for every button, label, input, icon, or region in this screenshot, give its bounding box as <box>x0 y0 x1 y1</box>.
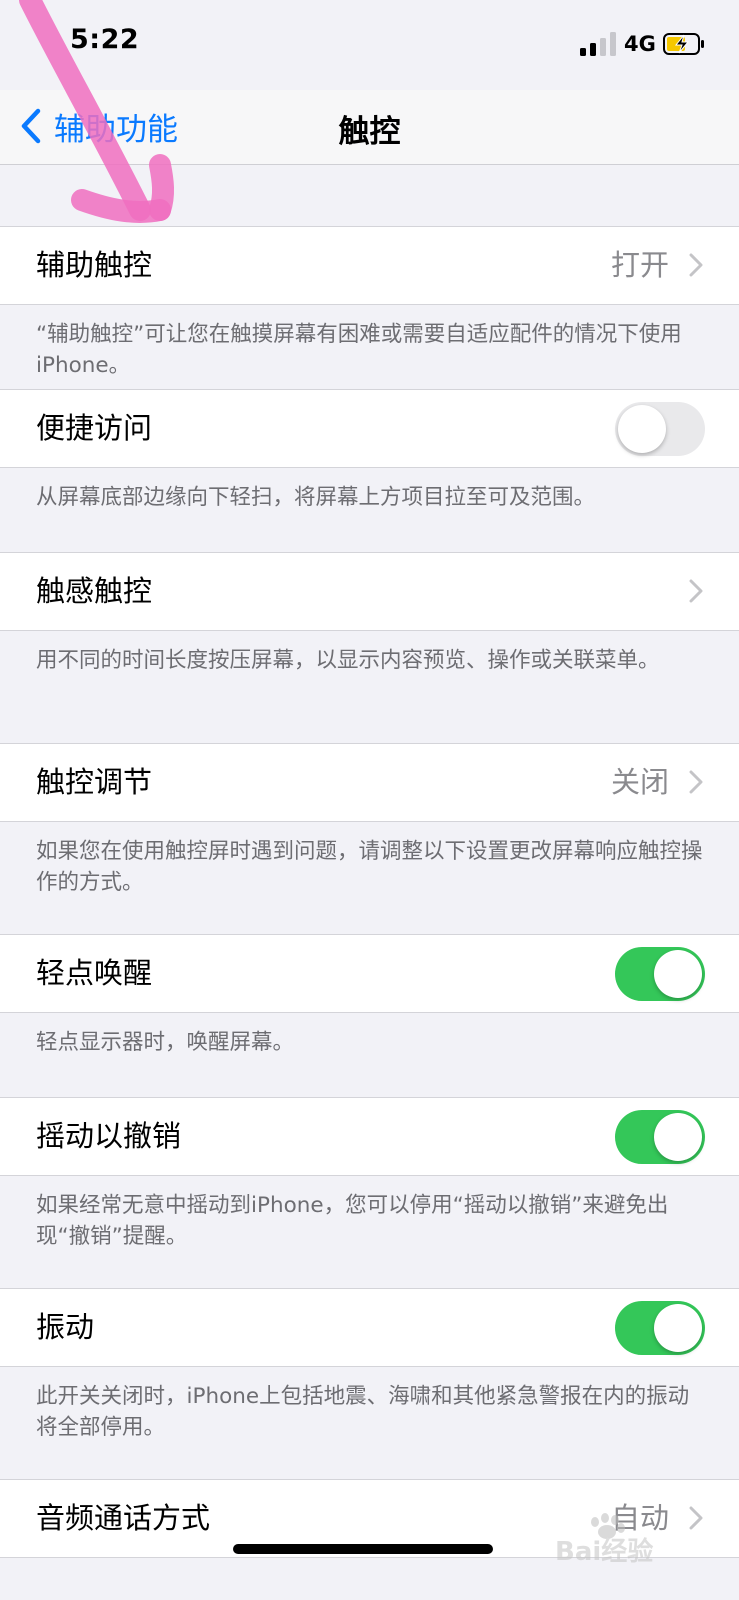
row-footer: 轻点显示器时，唤醒屏幕。 <box>36 1030 295 1055</box>
navigation-bar: 辅助功能 触控 <box>0 90 739 165</box>
toggle-knob <box>654 1304 702 1352</box>
chevron-right-icon <box>689 770 703 794</box>
row-footer: 如果经常无意中摇动到iPhone，您可以停用“摇动以撤销”来避免出现“撤销”提醒… <box>36 1193 669 1249</box>
battery-charging-icon <box>663 33 704 55</box>
baidu-jingyan-watermark: Bai经验 <box>555 1513 653 1567</box>
shake-to-undo-row: 摇动以撤销 <box>0 1097 739 1176</box>
vibration-toggle[interactable] <box>615 1301 705 1355</box>
row-label: 振动 <box>36 1310 95 1344</box>
status-time: 5:22 <box>70 24 140 55</box>
shake-to-undo-toggle[interactable] <box>615 1110 705 1164</box>
row-label: 轻点唤醒 <box>36 956 153 990</box>
haptic-touch-row[interactable]: 触感触控 <box>0 552 739 631</box>
toggle-knob <box>654 1113 702 1161</box>
row-label: 便捷访问 <box>36 411 153 445</box>
vibration-row: 振动 <box>0 1288 739 1367</box>
row-value: 关闭 <box>610 765 669 799</box>
row-footer: “辅助触控”可让您在触摸屏幕有困难或需要自适应配件的情况下使用iPhone。 <box>36 322 682 378</box>
status-bar: 5:22 4G <box>0 0 739 90</box>
reachability-row: 便捷访问 <box>0 389 739 468</box>
settings-list: 辅助触控 打开 “辅助触控”可让您在触摸屏幕有困难或需要自适应配件的情况下使用i… <box>0 165 739 1558</box>
chevron-right-icon <box>689 253 703 277</box>
row-footer: 用不同的时间长度按压屏幕，以显示内容预览、操作或关联菜单。 <box>36 648 660 673</box>
tap-to-wake-toggle[interactable] <box>615 947 705 1001</box>
network-type: 4G <box>624 32 656 56</box>
row-label: 音频通话方式 <box>36 1501 211 1535</box>
row-footer: 此开关关闭时，iPhone上包括地震、海啸和其他紧急警报在内的振动将全部停用。 <box>36 1384 690 1440</box>
home-indicator <box>233 1544 493 1554</box>
reachability-toggle[interactable] <box>615 402 705 456</box>
row-footer: 如果您在使用触控屏时遇到问题，请调整以下设置更改屏幕响应触控操作的方式。 <box>36 839 703 895</box>
chevron-right-icon <box>689 579 703 603</box>
assistive-touch-row[interactable]: 辅助触控 打开 <box>0 226 739 305</box>
page-title: 触控 <box>338 114 401 150</box>
watermark-text: Bai经验 <box>555 1536 653 1567</box>
cellular-signal-icon <box>580 32 616 56</box>
row-label: 触控调节 <box>36 765 153 799</box>
touch-accommodations-row[interactable]: 触控调节 关闭 <box>0 743 739 822</box>
tap-to-wake-row: 轻点唤醒 <box>0 934 739 1013</box>
row-footer: 从屏幕底部边缘向下轻扫，将屏幕上方项目拉至可及范围。 <box>36 485 596 510</box>
row-label: 辅助触控 <box>36 248 153 282</box>
row-value: 打开 <box>610 248 669 282</box>
row-label: 触感触控 <box>36 574 153 608</box>
row-label: 摇动以撤销 <box>36 1119 182 1153</box>
toggle-knob <box>654 950 702 998</box>
toggle-knob <box>618 405 666 453</box>
